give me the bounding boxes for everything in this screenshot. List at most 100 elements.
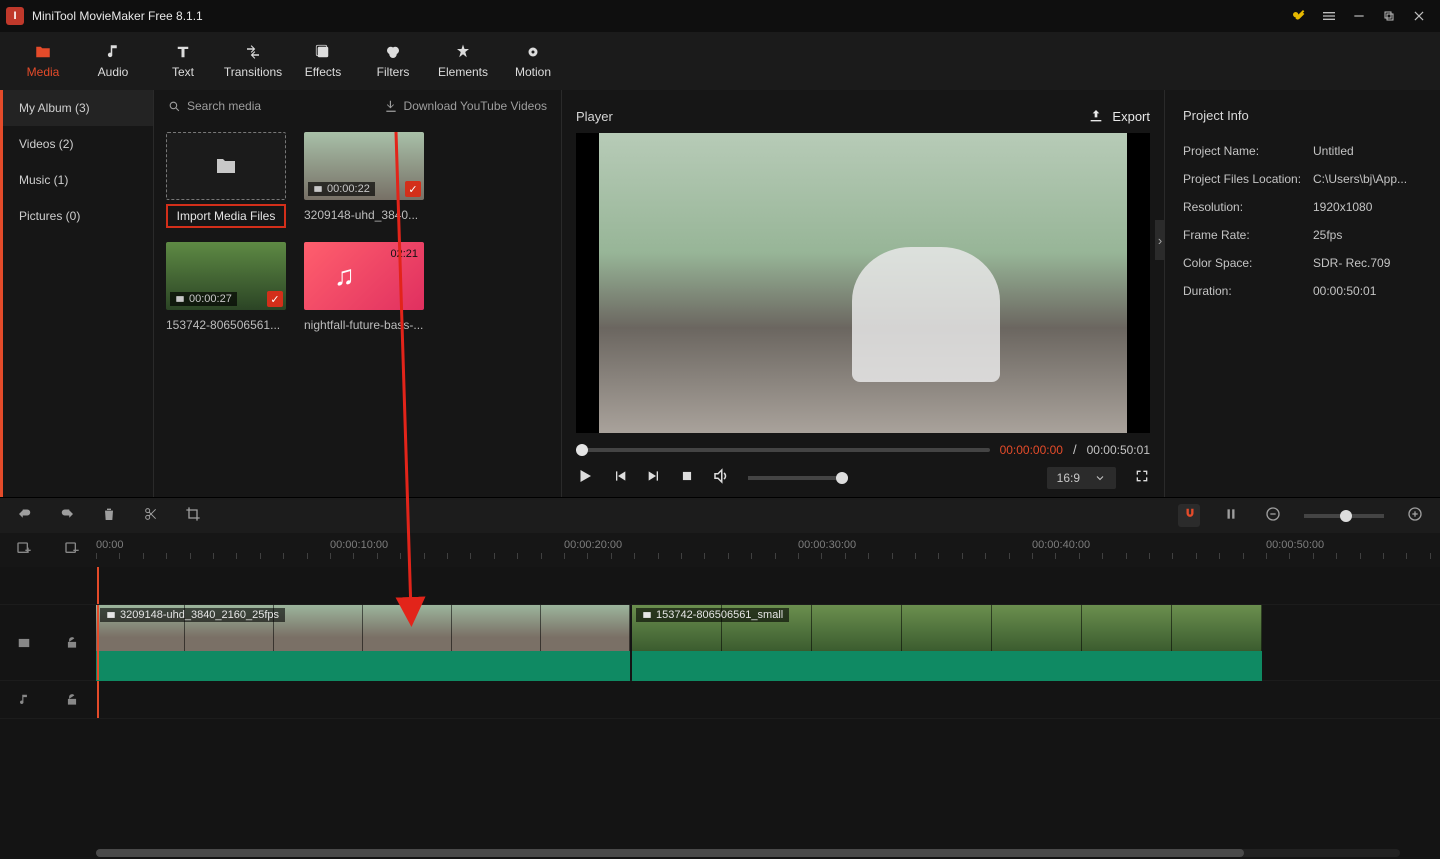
clip-a[interactable]: 3209148-uhd_3840_2160_25fps <box>96 605 630 651</box>
audio-track <box>0 681 1440 719</box>
maximize-button[interactable] <box>1374 4 1404 28</box>
play-button[interactable] <box>576 467 594 488</box>
volume-slider[interactable] <box>748 476 848 480</box>
media-item-name: 153742-806506561... <box>166 318 286 332</box>
import-media-button[interactable]: Import Media Files <box>166 204 286 228</box>
minimize-button[interactable] <box>1344 4 1374 28</box>
tab-motion[interactable]: Motion <box>498 32 568 90</box>
tab-text[interactable]: Text <box>148 32 218 90</box>
search-media[interactable]: Search media <box>168 99 384 113</box>
tab-audio[interactable]: Audio <box>78 32 148 90</box>
clip-b[interactable]: 153742-806506561_small <box>632 605 1262 651</box>
remove-track-button[interactable] <box>64 541 80 560</box>
snap-toggle[interactable] <box>1178 504 1200 527</box>
music-note-icon <box>17 693 31 707</box>
unlock-icon[interactable] <box>65 693 79 707</box>
license-key-icon[interactable] <box>1284 4 1314 28</box>
player-panel: Player Export 00:00:00:00 / 00:00:50:01 … <box>562 90 1164 497</box>
split-button[interactable] <box>140 506 162 525</box>
preview-area[interactable] <box>576 133 1150 433</box>
project-info-panel: › Project Info Project Name:UntitledProj… <box>1164 90 1440 497</box>
info-row: Color Space:SDR- Rec.709 <box>1165 249 1440 277</box>
next-frame-button[interactable] <box>646 468 662 487</box>
prev-frame-button[interactable] <box>612 468 628 487</box>
tab-label: Text <box>172 65 194 79</box>
close-button[interactable] <box>1404 4 1434 28</box>
download-youtube[interactable]: Download YouTube Videos <box>384 99 547 113</box>
ribbon-tabs: Media Audio Text Transitions Effects Fil… <box>0 32 1440 90</box>
menu-icon[interactable] <box>1314 4 1344 28</box>
tab-media[interactable]: Media <box>8 32 78 90</box>
import-cell[interactable]: Import Media Files <box>166 132 286 228</box>
search-icon <box>168 100 181 113</box>
volume-button[interactable] <box>712 467 730 488</box>
sidebar-item-myalbum[interactable]: My Album (3) <box>3 90 153 126</box>
media-item[interactable]: 00:00:27 ✓ 153742-806506561... <box>166 242 286 332</box>
info-row: Duration:00:00:50:01 <box>1165 277 1440 305</box>
stop-button[interactable] <box>680 469 694 486</box>
download-icon <box>384 99 398 113</box>
info-header: Project Info <box>1165 100 1440 137</box>
export-button[interactable]: Export <box>1088 108 1150 124</box>
media-item[interactable]: 00:00:22 ✓ 3209148-uhd_3840... <box>304 132 424 228</box>
film-icon <box>313 184 323 194</box>
unlock-icon[interactable] <box>65 636 79 650</box>
export-icon <box>1088 108 1104 124</box>
aspect-select[interactable]: 16:9 <box>1047 467 1116 489</box>
film-icon <box>642 610 652 620</box>
clip-b-audio[interactable] <box>632 651 1262 681</box>
add-track-button[interactable] <box>16 541 32 560</box>
undo-button[interactable] <box>14 505 36 526</box>
download-label: Download YouTube Videos <box>404 99 547 113</box>
film-icon <box>106 610 116 620</box>
check-icon: ✓ <box>405 181 421 197</box>
tab-elements[interactable]: Elements <box>428 32 498 90</box>
media-item[interactable]: ♫ 02:21 nightfall-future-bass-... <box>304 242 424 332</box>
player-label: Player <box>576 109 1088 124</box>
tab-filters[interactable]: Filters <box>358 32 428 90</box>
seek-bar[interactable] <box>576 448 990 452</box>
marker-button[interactable] <box>1220 507 1242 524</box>
collapse-info-icon[interactable]: › <box>1155 220 1165 260</box>
fullscreen-button[interactable] <box>1134 468 1150 487</box>
duration-badge: 00:00:22 <box>308 182 375 196</box>
timeline-scrollbar[interactable] <box>96 849 1400 857</box>
timeline-tracks: 3209148-uhd_3840_2160_25fps 153742-80650… <box>0 567 1440 859</box>
tab-transitions[interactable]: Transitions <box>218 32 288 90</box>
tab-label: Media <box>27 65 60 79</box>
video-track: 3209148-uhd_3840_2160_25fps 153742-80650… <box>0 605 1440 681</box>
sidebar-item-pictures[interactable]: Pictures (0) <box>3 198 153 234</box>
duration-badge: 00:00:27 <box>170 292 237 306</box>
search-placeholder: Search media <box>187 99 261 113</box>
tab-label: Elements <box>438 65 488 79</box>
clip-a-audio[interactable] <box>96 651 630 681</box>
info-row: Frame Rate:25fps <box>1165 221 1440 249</box>
app-title: MiniTool MovieMaker Free 8.1.1 <box>32 9 1284 23</box>
tab-label: Filters <box>377 65 410 79</box>
redo-button[interactable] <box>56 505 78 526</box>
sidebar-item-music[interactable]: Music (1) <box>3 162 153 198</box>
film-icon <box>17 636 31 650</box>
chevron-down-icon <box>1094 472 1106 484</box>
info-row: Project Files Location:C:\Users\bj\App..… <box>1165 165 1440 193</box>
zoom-out-button[interactable] <box>1262 506 1284 525</box>
tab-effects[interactable]: Effects <box>288 32 358 90</box>
film-icon <box>175 294 185 304</box>
timeline-ruler[interactable]: 00:0000:00:10:0000:00:20:0000:00:30:0000… <box>96 533 1440 567</box>
info-row: Resolution:1920x1080 <box>1165 193 1440 221</box>
time-current: 00:00:00:00 <box>1000 443 1063 457</box>
media-item-name: nightfall-future-bass-... <box>304 318 424 332</box>
tab-label: Motion <box>515 65 551 79</box>
zoom-in-button[interactable] <box>1404 506 1426 525</box>
album-sidebar: My Album (3) Videos (2) Music (1) Pictur… <box>0 90 154 497</box>
tab-label: Effects <box>305 65 341 79</box>
info-row: Project Name:Untitled <box>1165 137 1440 165</box>
check-icon: ✓ <box>267 291 283 307</box>
media-library: Search media Download YouTube Videos Imp… <box>154 90 562 497</box>
crop-button[interactable] <box>182 506 204 525</box>
time-total: 00:00:50:01 <box>1087 443 1150 457</box>
sidebar-item-videos[interactable]: Videos (2) <box>3 126 153 162</box>
folder-icon <box>212 154 240 178</box>
zoom-slider[interactable] <box>1304 514 1384 518</box>
delete-button[interactable] <box>98 506 120 525</box>
